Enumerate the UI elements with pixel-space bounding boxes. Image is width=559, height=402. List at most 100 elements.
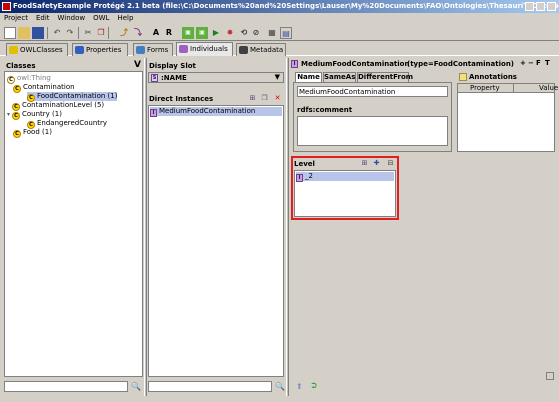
toolbar-separator	[78, 27, 79, 39]
delete-instance-icon[interactable]: ✕	[273, 94, 282, 103]
add-button[interactable]: +	[520, 59, 526, 67]
add-value-icon[interactable]: ✚	[372, 159, 381, 168]
open-project-icon[interactable]	[18, 27, 30, 39]
tree-view-icon[interactable]: ▤	[280, 27, 292, 39]
name-field[interactable]: MediumFoodContamination	[297, 86, 448, 97]
subtab-name[interactable]: Name	[295, 72, 322, 82]
tab-forms-label: Forms	[147, 46, 169, 54]
tree-node-foodcontamination[interactable]: C FoodContamination (1)	[27, 92, 118, 102]
window-title: FoodSafetyExample Protégé 2.1 beta (file…	[13, 2, 559, 10]
copy-instance-icon[interactable]: ❐	[260, 94, 269, 103]
dropdown-arrow-icon: ▼	[274, 73, 280, 81]
navigate-icon[interactable]: ➲	[310, 381, 318, 391]
tree-node-label: Country (1)	[22, 110, 62, 118]
menu-edit[interactable]: Edit	[32, 13, 54, 24]
insert-icon[interactable]: ⤴	[118, 27, 130, 39]
menu-help[interactable]: Help	[113, 13, 137, 24]
column-divider[interactable]	[513, 84, 514, 93]
grid-view-icon[interactable]: ▦	[266, 27, 278, 39]
menu-window[interactable]: Window	[54, 13, 90, 24]
tree-node-country[interactable]: ▾ C Country (1)	[7, 110, 62, 120]
instance-item[interactable]: I MediumFoodContamination	[150, 107, 282, 117]
delete-icon[interactable]: ⤵	[132, 27, 144, 39]
menu-owl[interactable]: OWL	[89, 13, 113, 24]
toolbar-separator	[47, 27, 48, 39]
instance-form-header: I MediumFoodContamination (type=FoodCont…	[291, 59, 555, 69]
classes-panel-title: Classes	[6, 62, 36, 70]
settings-icon[interactable]: ✸	[224, 27, 236, 39]
properties-tab-icon	[75, 46, 84, 54]
rdfs-comment-label: rdfs:comment	[297, 106, 353, 114]
level-widget: Level ⊞ ✚ ⊟ I _2	[294, 159, 396, 217]
tab-metadata[interactable]: Metadata	[236, 43, 286, 56]
instances-search-binoculars-icon[interactable]: 🔍	[275, 381, 285, 392]
tree-node-contamination[interactable]: C Contamination	[13, 83, 75, 93]
redo-icon[interactable]: ↷	[64, 27, 76, 39]
refresh-icon[interactable]: ⟲	[238, 27, 250, 39]
classes-search-input[interactable]	[4, 381, 128, 392]
a-button[interactable]: A	[150, 27, 162, 39]
app-icon	[2, 2, 11, 11]
classes-search-binoculars-icon[interactable]: 🔍	[131, 381, 141, 392]
display-slot-select[interactable]: S :NAME ▼	[148, 72, 284, 83]
new-project-icon[interactable]	[4, 27, 16, 39]
level-value-item[interactable]: I _2	[296, 172, 394, 182]
class-icon: C	[12, 112, 20, 120]
tab-forms[interactable]: Forms	[133, 43, 173, 56]
tab-owlclasses[interactable]: OWLClasses	[6, 43, 68, 56]
f-button[interactable]: F	[536, 59, 541, 67]
create-value-icon[interactable]: ⊞	[360, 159, 369, 168]
tree-node-label: owl:Thing	[17, 74, 51, 82]
subtab-differentfrom[interactable]: DifferentFrom	[357, 72, 413, 82]
tree-node-owl-thing[interactable]: Cowl:Thing	[7, 74, 51, 84]
individuals-tab-icon	[179, 45, 188, 53]
menu-project[interactable]: Project	[0, 13, 32, 24]
name-field-value: MediumFoodContamination	[299, 88, 396, 96]
annotations-column-property[interactable]: Property	[470, 84, 500, 93]
tab-individuals[interactable]: Individuals	[176, 42, 233, 56]
right-splitter[interactable]	[286, 58, 289, 396]
classes-panel-menu-button[interactable]: V	[134, 60, 141, 70]
consistency-icon[interactable]: ▶	[210, 27, 222, 39]
individual-icon: I	[150, 109, 157, 117]
tree-node-label: Food (1)	[23, 128, 52, 136]
rdfs-comment-field[interactable]	[297, 116, 448, 146]
class-icon: C	[13, 130, 21, 138]
r-button[interactable]: R	[163, 27, 175, 39]
direct-instances-title: Direct Instances	[149, 95, 214, 103]
cancel-icon[interactable]: ⊘	[250, 27, 262, 39]
tree-node-food[interactable]: C Food (1)	[13, 128, 52, 138]
direct-instances-list: I MediumFoodContamination	[148, 105, 284, 377]
instance-label: MediumFoodContamination	[159, 107, 256, 115]
classify-icon[interactable]: ▣	[196, 27, 208, 39]
tree-node-label: EndangeredCountry	[37, 119, 108, 127]
close-window-button[interactable]	[547, 2, 556, 11]
resize-grip-icon[interactable]	[546, 372, 554, 380]
remove-value-icon[interactable]: ⊟	[386, 159, 395, 168]
tree-node-label: Contamination	[23, 83, 75, 91]
subtab-sameas[interactable]: SameAs	[323, 72, 356, 82]
minimize-button[interactable]	[525, 2, 534, 11]
save-project-icon[interactable]	[32, 27, 44, 39]
instance-form-title: MediumFoodContamination	[301, 60, 410, 68]
left-splitter[interactable]	[144, 58, 147, 396]
slot-icon: S	[151, 74, 158, 82]
remove-button[interactable]: −	[528, 59, 534, 67]
cut-icon[interactable]: ✂	[82, 27, 94, 39]
undo-icon[interactable]: ↶	[51, 27, 63, 39]
maximize-button[interactable]	[536, 2, 545, 11]
copy-icon[interactable]: ❐	[95, 27, 107, 39]
tab-bar: OWLClasses Properties Forms Individuals …	[0, 42, 559, 56]
annotations-panel: Annotations Property Value	[457, 72, 558, 152]
tab-properties[interactable]: Properties	[72, 43, 128, 56]
t-button[interactable]: T	[545, 59, 550, 67]
window-title-bar: FoodSafetyExample Protégé 2.1 beta (file…	[0, 0, 559, 13]
tree-node-contaminationlevel[interactable]: C ContaminationLevel (5)	[7, 101, 104, 111]
create-instance-icon[interactable]: ⊞	[248, 94, 257, 103]
individual-icon: I	[291, 60, 298, 68]
check-icon[interactable]: ▣	[182, 27, 194, 39]
instances-search-input[interactable]	[148, 381, 272, 392]
show-properties-icon[interactable]: ⬆	[296, 382, 303, 391]
annotations-column-value[interactable]: Value	[539, 84, 558, 93]
tree-node-endangeredcountry[interactable]: C EndangeredCountry	[27, 119, 108, 129]
